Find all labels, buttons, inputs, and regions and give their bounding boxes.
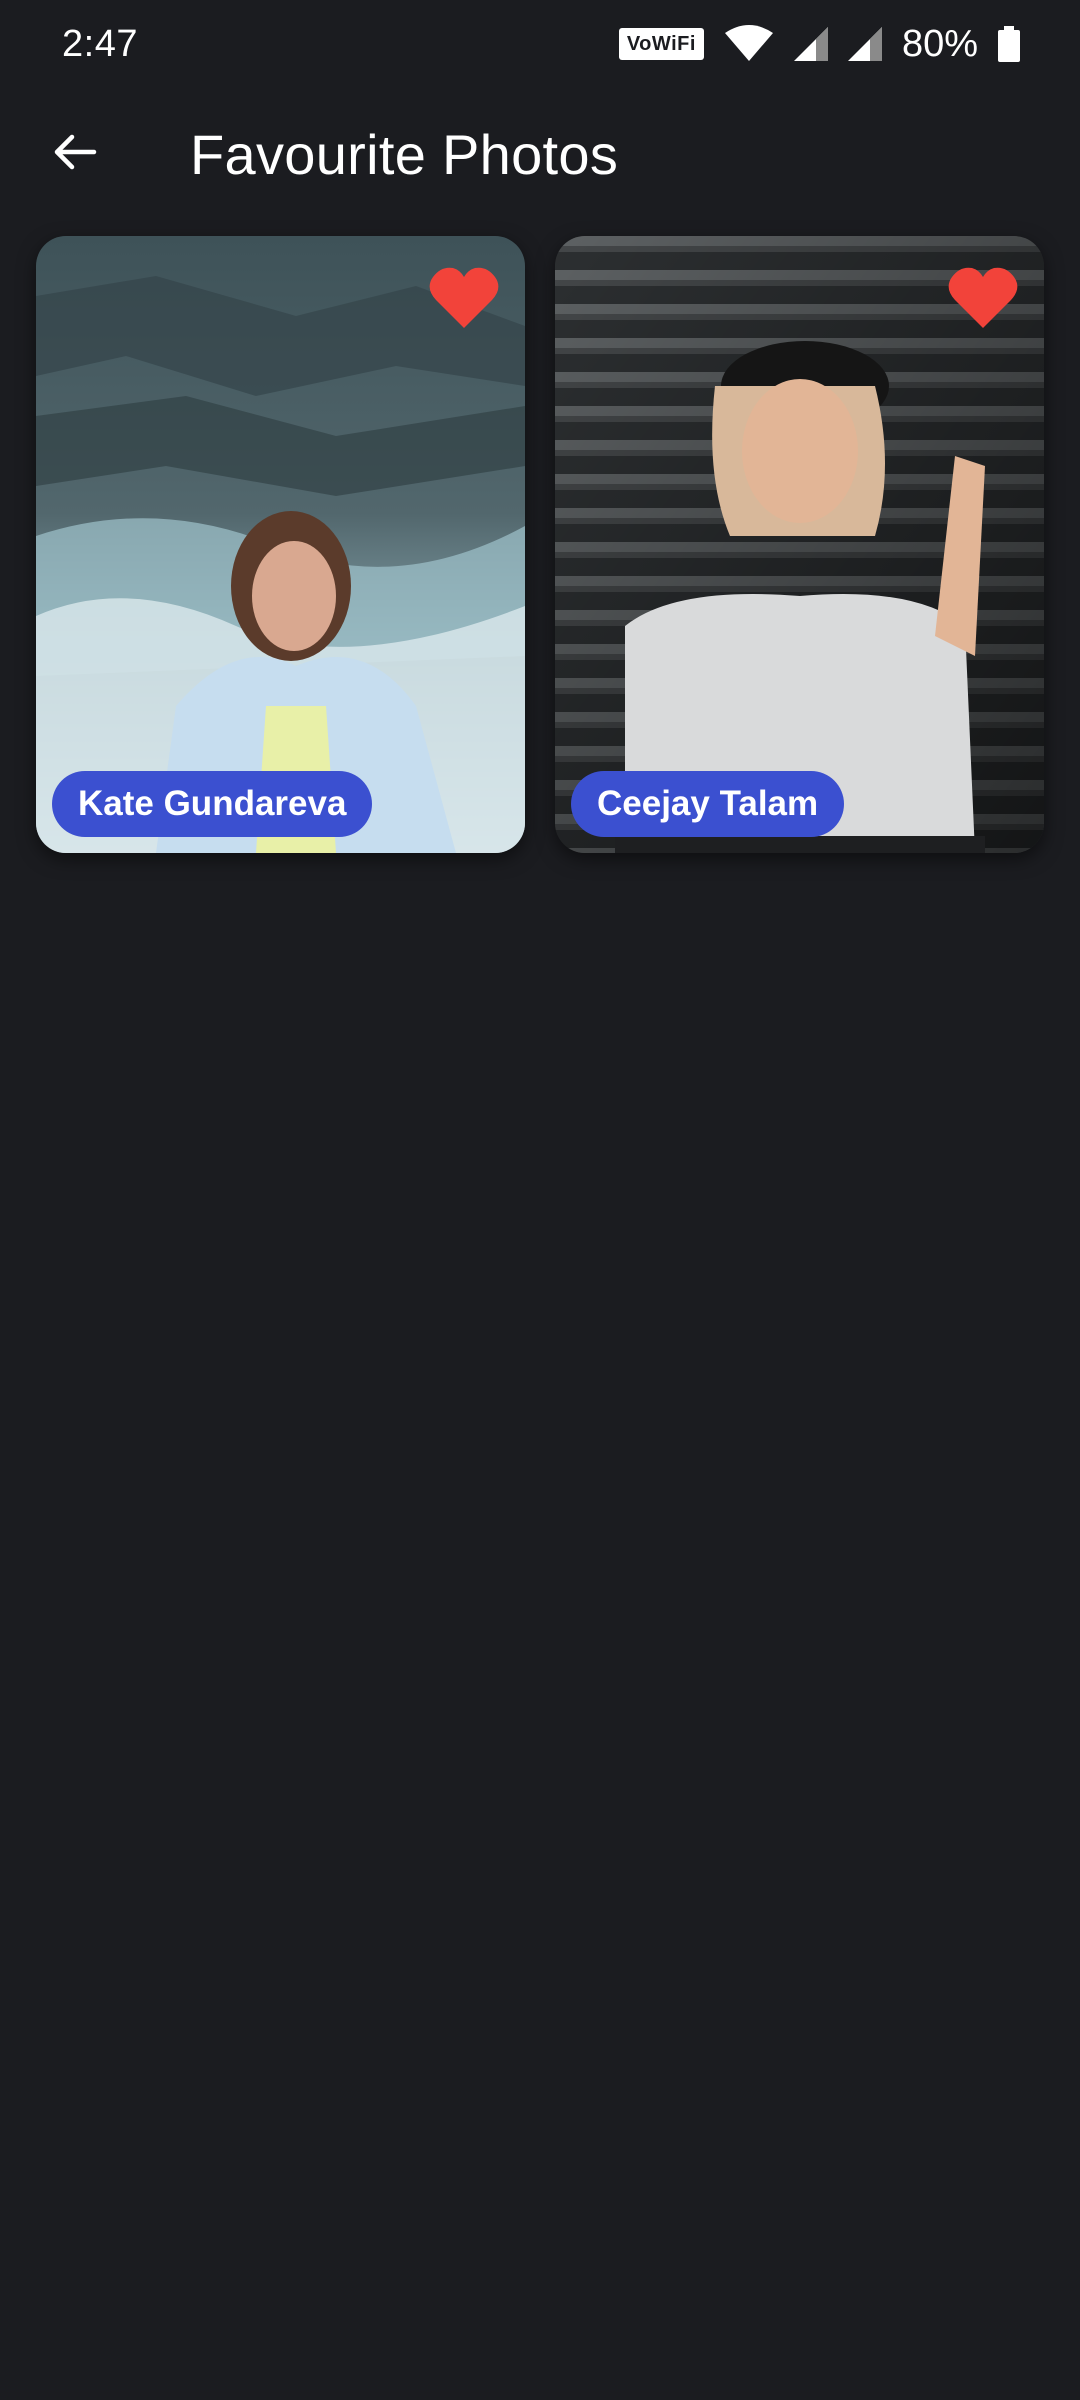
status-icons: VoWiFi 80% bbox=[618, 22, 1020, 66]
photo-card[interactable]: Ceejay Talam bbox=[555, 236, 1044, 853]
photo-card[interactable]: Kate Gundareva bbox=[36, 236, 525, 853]
battery-percent: 80% bbox=[901, 22, 978, 65]
back-button[interactable] bbox=[26, 106, 122, 202]
photo-name-badge: Ceejay Talam bbox=[571, 771, 845, 837]
photo-name-badge: Kate Gundareva bbox=[52, 771, 373, 837]
vowifi-icon: VoWiFi bbox=[618, 28, 704, 60]
page-title: Favourite Photos bbox=[190, 122, 619, 186]
heart-icon[interactable] bbox=[429, 266, 499, 330]
status-bar: 2:47 VoWiFi 80% bbox=[0, 0, 1080, 88]
photo-grid: Kate Gundareva Ceejay Talam bbox=[36, 236, 1044, 853]
signal-icon-2 bbox=[847, 27, 882, 61]
app-bar: Favourite Photos bbox=[0, 88, 1080, 220]
wifi-icon bbox=[724, 25, 774, 63]
arrow-back-icon bbox=[50, 128, 98, 181]
heart-icon[interactable] bbox=[948, 266, 1018, 330]
status-time: 2:47 bbox=[62, 22, 138, 65]
signal-icon bbox=[793, 27, 828, 61]
battery-icon bbox=[998, 26, 1020, 62]
